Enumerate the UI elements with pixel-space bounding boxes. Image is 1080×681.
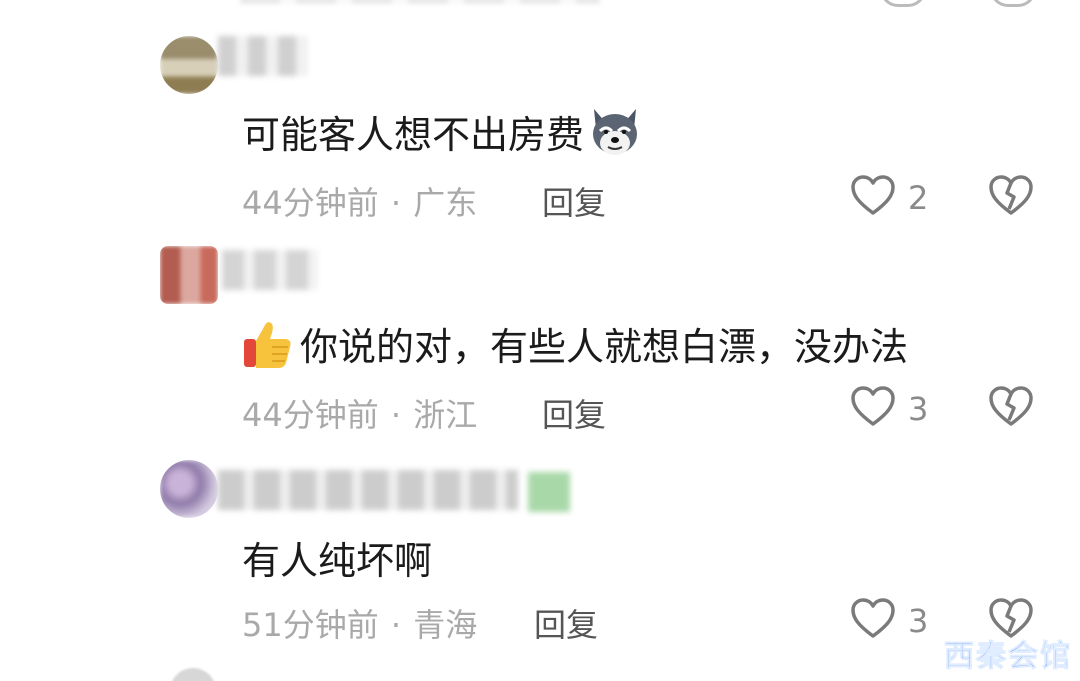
username[interactable] [222, 250, 318, 290]
broken-heart-icon [988, 386, 1034, 432]
separator: · [390, 396, 402, 434]
comment-text: 可能客人想不出房费 [242, 104, 642, 159]
comment-text-content: 可能客人想不出房费 [242, 113, 585, 157]
comment-meta: 44分钟前 · 浙江 [242, 390, 477, 436]
separator: · [390, 606, 402, 644]
location: 浙江 [413, 396, 478, 434]
comment-text-content: 有人纯坏啊 [242, 539, 433, 583]
comment-text-content: 你说的对，有些人就想白漂，没办法 [300, 325, 909, 369]
like-button[interactable]: 3 [850, 386, 928, 432]
previous-comment-meta [240, 0, 600, 4]
comment-text: 你说的对，有些人就想白漂，没办法 [242, 316, 908, 371]
location: 青海 [413, 606, 478, 644]
watermark: 西秦会馆 [944, 639, 1072, 675]
reply-button[interactable]: 回复 [542, 178, 606, 224]
previous-dislike-icon[interactable] [990, 0, 1036, 7]
comment-meta: 51分钟前 · 青海 [242, 600, 477, 646]
like-count: 3 [908, 602, 929, 640]
like-button[interactable]: 3 [850, 598, 928, 644]
comment-list: 可能客人想不出房费 44分钟前 · 广东 回复 2 你说的对，有些人就想白漂，没… [0, 0, 1080, 681]
separator: · [390, 184, 402, 222]
dislike-button[interactable] [988, 175, 1034, 221]
avatar[interactable] [160, 36, 218, 94]
avatar[interactable] [160, 246, 218, 304]
username[interactable] [218, 470, 518, 510]
broken-heart-icon [988, 175, 1034, 221]
timestamp: 44分钟前 [242, 184, 379, 222]
heart-icon [850, 175, 896, 221]
comment-meta: 44分钟前 · 广东 [242, 178, 477, 224]
username[interactable] [218, 36, 308, 76]
reply-button[interactable]: 回复 [534, 600, 598, 646]
like-count: 2 [908, 179, 929, 217]
reply-button[interactable]: 回复 [542, 390, 606, 436]
wolf-face-icon [588, 105, 642, 159]
heart-icon [850, 386, 896, 432]
timestamp: 51分钟前 [242, 606, 379, 644]
user-badge [528, 472, 570, 512]
avatar[interactable] [160, 460, 218, 518]
next-comment-avatar[interactable] [170, 668, 216, 681]
thumbs-up-icon [242, 317, 294, 371]
location: 广东 [413, 184, 478, 222]
heart-icon [850, 598, 896, 644]
dislike-button[interactable] [988, 386, 1034, 432]
timestamp: 44分钟前 [242, 396, 379, 434]
like-button[interactable]: 2 [850, 175, 928, 221]
previous-like-icon[interactable] [880, 0, 926, 7]
comment-text: 有人纯坏啊 [242, 530, 432, 585]
like-count: 3 [908, 390, 929, 428]
